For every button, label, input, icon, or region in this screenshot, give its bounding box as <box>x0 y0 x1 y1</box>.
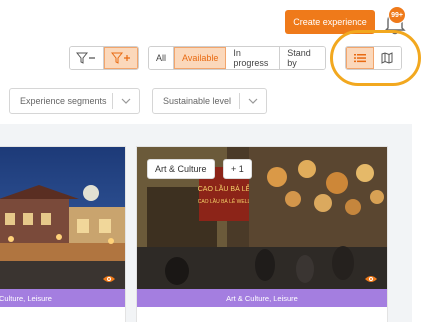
tab-stand-by[interactable]: Stand by <box>280 47 325 69</box>
chevron-down-icon <box>240 98 266 104</box>
eye-icon[interactable] <box>102 271 116 282</box>
more-categories-tag[interactable]: + 1 <box>223 159 252 179</box>
category-tag: Art & Culture <box>147 159 215 179</box>
experience-photo <box>0 147 125 289</box>
eye-icon[interactable] <box>364 271 378 282</box>
sustainable-level-dropdown[interactable]: Sustainable level <box>152 88 267 114</box>
tab-all[interactable]: All <box>149 47 175 69</box>
funnel-plus-icon <box>110 52 130 64</box>
experience-card[interactable]: Culture, Leisure <box>0 146 126 322</box>
experience-segments-dropdown[interactable]: Experience segments <box>9 88 140 114</box>
status-tabs: All Available In progress Stand by <box>148 46 326 70</box>
notification-count-badge: 99+ <box>388 6 406 24</box>
tab-available[interactable]: Available <box>174 47 227 69</box>
view-toggle-highlight-annotation <box>330 30 421 86</box>
card-category-caption: Art & Culture, Leisure <box>137 289 387 307</box>
filter-toggle-group <box>69 46 139 70</box>
sign-text-line-2: CAO LẦU BÁ LỄ WELL <box>198 198 251 205</box>
filter-exclude-button[interactable] <box>70 47 104 69</box>
tab-in-progress[interactable]: In progress <box>226 47 281 69</box>
chevron-down-icon <box>113 98 139 104</box>
funnel-minus-icon <box>76 52 96 64</box>
sustainable-level-label: Sustainable level <box>163 96 232 106</box>
experience-segments-label: Experience segments <box>20 96 107 106</box>
experience-card[interactable]: CAO LẦU BÁ LỄ CAO LẦU BÁ LỄ WELL Art & C… <box>136 146 388 322</box>
card-category-caption: Culture, Leisure <box>0 289 125 307</box>
filter-include-button[interactable] <box>103 47 138 69</box>
